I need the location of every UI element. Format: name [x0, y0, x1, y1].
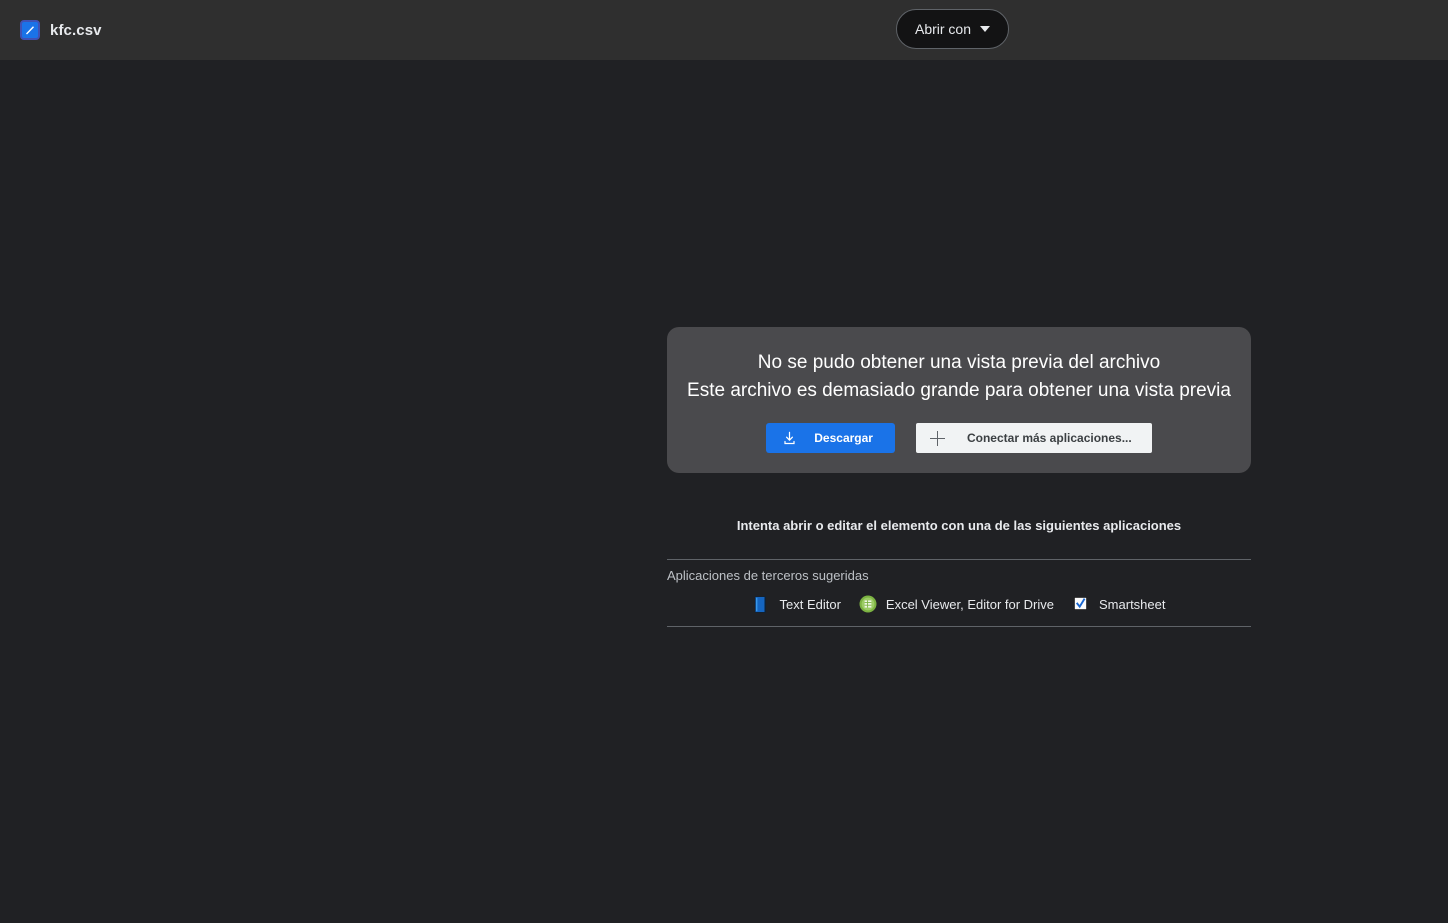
divider-bottom: [667, 626, 1251, 627]
page-title: kfc.csv: [50, 21, 102, 39]
header-file-info: kfc.csv: [20, 0, 102, 60]
list-item[interactable]: Text Editor: [743, 592, 849, 616]
connect-more-apps-label: Conectar más aplicaciones...: [966, 431, 1132, 445]
download-button-label: Descargar: [814, 431, 873, 445]
list-item[interactable]: Excel Viewer, Editor for Drive: [850, 592, 1063, 616]
preview-message-secondary: Este archivo es demasiado grande para ob…: [687, 380, 1231, 401]
list-item-label: Text Editor: [779, 596, 841, 612]
list-item[interactable]: Smartsheet: [1063, 592, 1174, 616]
csv-file-icon: [20, 20, 40, 40]
chevron-down-icon: [980, 26, 991, 32]
plus-icon: [929, 430, 945, 446]
suggested-apps-list: Text Editor Excel Viewer, Editor for Dri…: [667, 592, 1251, 616]
suggested-apps-section: Intenta abrir o editar el elemento con u…: [667, 458, 1251, 627]
main-content: No se pudo obtener una vista previa del …: [0, 60, 1448, 923]
download-icon: [780, 429, 798, 447]
preview-message-primary: No se pudo obtener una vista previa del …: [757, 352, 1161, 373]
preview-actions: Descargar Conectar más aplicaciones...: [766, 423, 1152, 453]
connect-more-apps-button[interactable]: Conectar más aplicaciones...: [915, 423, 1152, 453]
app-header: kfc.csv Abrir con: [0, 0, 1448, 60]
list-item-label: Smartsheet: [1099, 596, 1166, 612]
smartsheet-icon: [1072, 595, 1090, 613]
third-party-apps-label: Aplicaciones de terceros sugeridas: [667, 568, 869, 583]
excel-viewer-icon: [859, 595, 877, 613]
text-editor-icon: [752, 595, 770, 613]
list-item-label: Excel Viewer, Editor for Drive: [885, 596, 1055, 612]
download-button[interactable]: Descargar: [766, 423, 895, 453]
divider-top: [667, 559, 1251, 560]
open-with-label: Abrir con: [914, 21, 972, 37]
preview-unavailable-card: No se pudo obtener una vista previa del …: [667, 327, 1251, 473]
open-with-button[interactable]: Abrir con: [896, 9, 1009, 49]
apps-hint-text: Intenta abrir o editar el elemento con u…: [736, 518, 1182, 533]
